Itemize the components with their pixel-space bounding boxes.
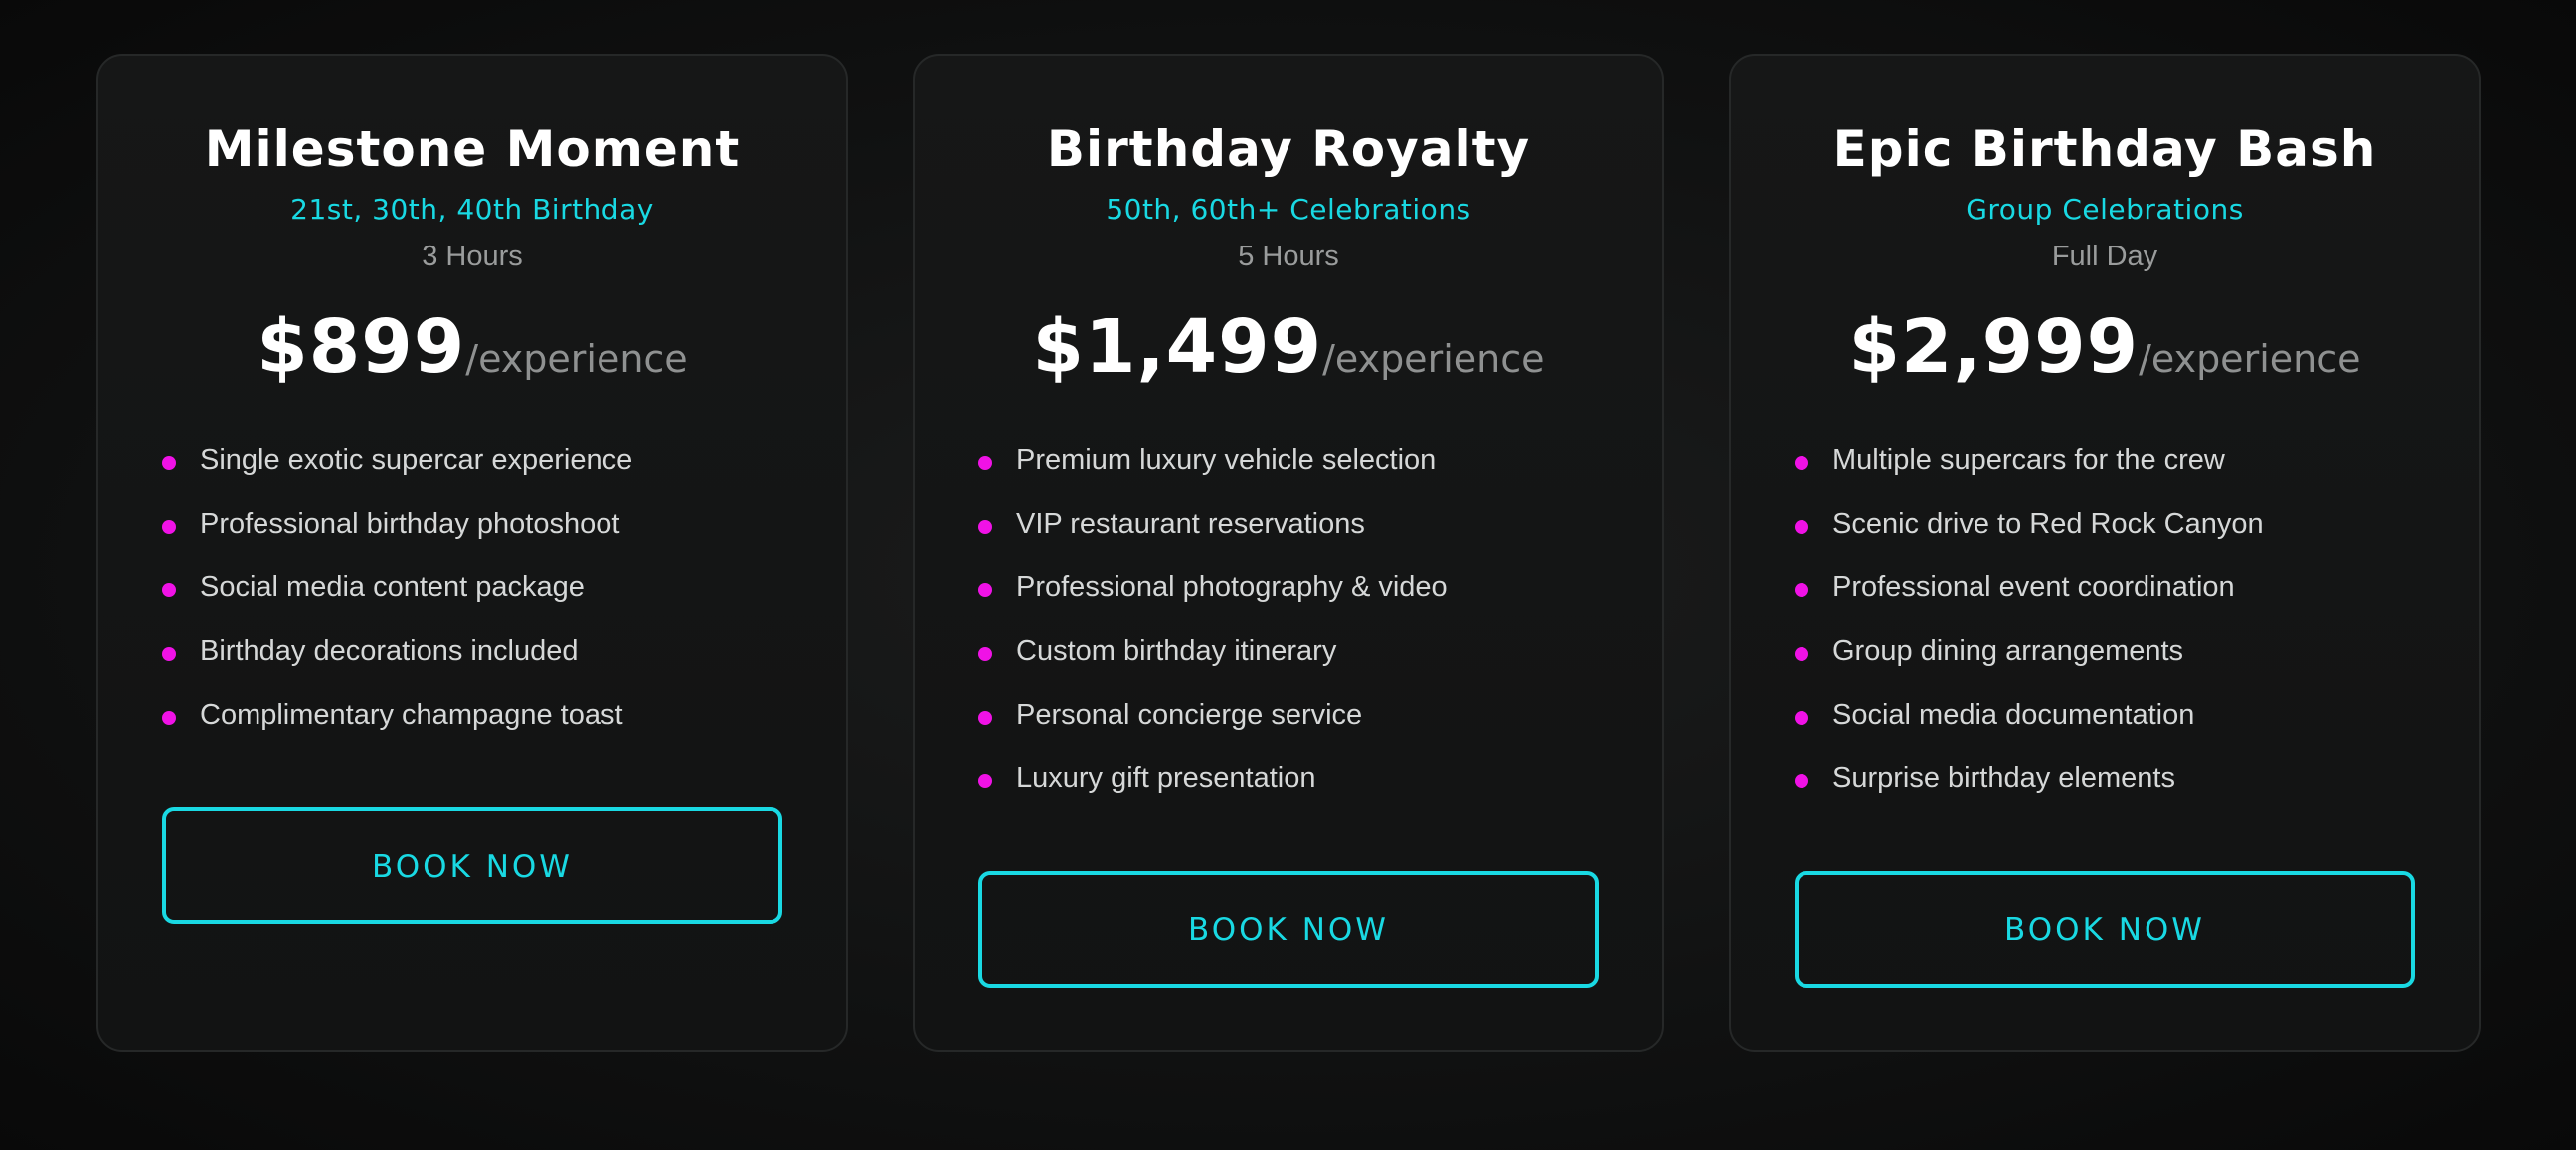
feature-text: Complimentary champagne toast [200, 699, 623, 731]
feature-text: Scenic drive to Red Rock Canyon [1832, 508, 2264, 540]
card-title: Epic Birthday Bash [1832, 120, 2377, 178]
price: $1,499 [1032, 304, 1323, 390]
feature-text: Premium luxury vehicle selection [1016, 444, 1437, 476]
price-row: $899/experience [162, 302, 782, 392]
feature-item: Social media documentation [1795, 690, 2415, 753]
pricing-card-epic-birthday-bash: Epic Birthday Bash Group Celebrations Fu… [1729, 54, 2481, 1052]
feature-list: Premium luxury vehicle selection VIP res… [978, 435, 1599, 817]
feature-text: Single exotic supercar experience [200, 444, 633, 476]
price-unit: /experience [2139, 337, 2361, 381]
feature-text: Birthday decorations included [200, 635, 579, 667]
feature-item: Professional photography & video [978, 563, 1599, 626]
pricing-card-birthday-royalty: Birthday Royalty 50th, 60th+ Celebration… [913, 54, 1664, 1052]
book-now-button[interactable]: BOOK NOW [1795, 871, 2415, 988]
feature-item: Complimentary champagne toast [162, 690, 782, 753]
feature-text: Professional event coordination [1832, 572, 2235, 603]
feature-text: Social media documentation [1832, 699, 2195, 731]
bullet-dot-icon [978, 647, 992, 661]
bullet-dot-icon [162, 583, 176, 597]
price-unit: /experience [465, 337, 688, 381]
bullet-dot-icon [1795, 520, 1808, 534]
feature-item: Birthday decorations included [162, 626, 782, 690]
price: $2,999 [1848, 304, 2140, 390]
feature-item: Multiple supercars for the crew [1795, 435, 2415, 499]
card-duration: 5 Hours [1238, 241, 1339, 272]
bullet-dot-icon [978, 711, 992, 725]
bullet-dot-icon [162, 520, 176, 534]
feature-item: Social media content package [162, 563, 782, 626]
feature-text: Surprise birthday elements [1832, 762, 2175, 794]
card-subtitle: 50th, 60th+ Celebrations [1106, 193, 1471, 226]
feature-item: Personal concierge service [978, 690, 1599, 753]
feature-item: Single exotic supercar experience [162, 435, 782, 499]
feature-text: Personal concierge service [1016, 699, 1363, 731]
book-now-button[interactable]: BOOK NOW [978, 871, 1599, 988]
book-now-button[interactable]: BOOK NOW [162, 807, 782, 924]
feature-text: Professional photography & video [1016, 572, 1448, 603]
card-duration: 3 Hours [422, 241, 523, 272]
feature-list: Single exotic supercar experience Profes… [162, 435, 782, 753]
card-title: Milestone Moment [204, 120, 741, 178]
bullet-dot-icon [162, 647, 176, 661]
feature-text: Luxury gift presentation [1016, 762, 1316, 794]
pricing-cards: Milestone Moment 21st, 30th, 40th Birthd… [96, 54, 2481, 1052]
bullet-dot-icon [1795, 774, 1808, 788]
feature-text: Group dining arrangements [1832, 635, 2184, 667]
card-title: Birthday Royalty [1046, 120, 1531, 178]
price-row: $2,999/experience [1795, 302, 2415, 392]
feature-item: VIP restaurant reservations [978, 499, 1599, 563]
feature-item: Luxury gift presentation [978, 753, 1599, 817]
feature-item: Professional birthday photoshoot [162, 499, 782, 563]
bullet-dot-icon [978, 520, 992, 534]
price-row: $1,499/experience [978, 302, 1599, 392]
feature-text: Custom birthday itinerary [1016, 635, 1337, 667]
bullet-dot-icon [1795, 583, 1808, 597]
bullet-dot-icon [978, 774, 992, 788]
card-subtitle: 21st, 30th, 40th Birthday [290, 193, 654, 226]
card-duration: Full Day [2051, 241, 2158, 272]
feature-item: Surprise birthday elements [1795, 753, 2415, 817]
bullet-dot-icon [1795, 711, 1808, 725]
feature-item: Premium luxury vehicle selection [978, 435, 1599, 499]
feature-text: Professional birthday photoshoot [200, 508, 620, 540]
feature-list: Multiple supercars for the crew Scenic d… [1795, 435, 2415, 817]
feature-item: Group dining arrangements [1795, 626, 2415, 690]
bullet-dot-icon [978, 456, 992, 470]
feature-item: Professional event coordination [1795, 563, 2415, 626]
feature-text: Social media content package [200, 572, 585, 603]
bullet-dot-icon [162, 456, 176, 470]
bullet-dot-icon [1795, 647, 1808, 661]
feature-item: Scenic drive to Red Rock Canyon [1795, 499, 2415, 563]
card-subtitle: Group Celebrations [1966, 193, 2244, 226]
feature-text: Multiple supercars for the crew [1832, 444, 2225, 476]
price-unit: /experience [1322, 337, 1545, 381]
pricing-card-milestone-moment: Milestone Moment 21st, 30th, 40th Birthd… [96, 54, 848, 1052]
bullet-dot-icon [1795, 456, 1808, 470]
bullet-dot-icon [978, 583, 992, 597]
price: $899 [257, 304, 466, 390]
feature-text: VIP restaurant reservations [1016, 508, 1365, 540]
feature-item: Custom birthday itinerary [978, 626, 1599, 690]
bullet-dot-icon [162, 711, 176, 725]
